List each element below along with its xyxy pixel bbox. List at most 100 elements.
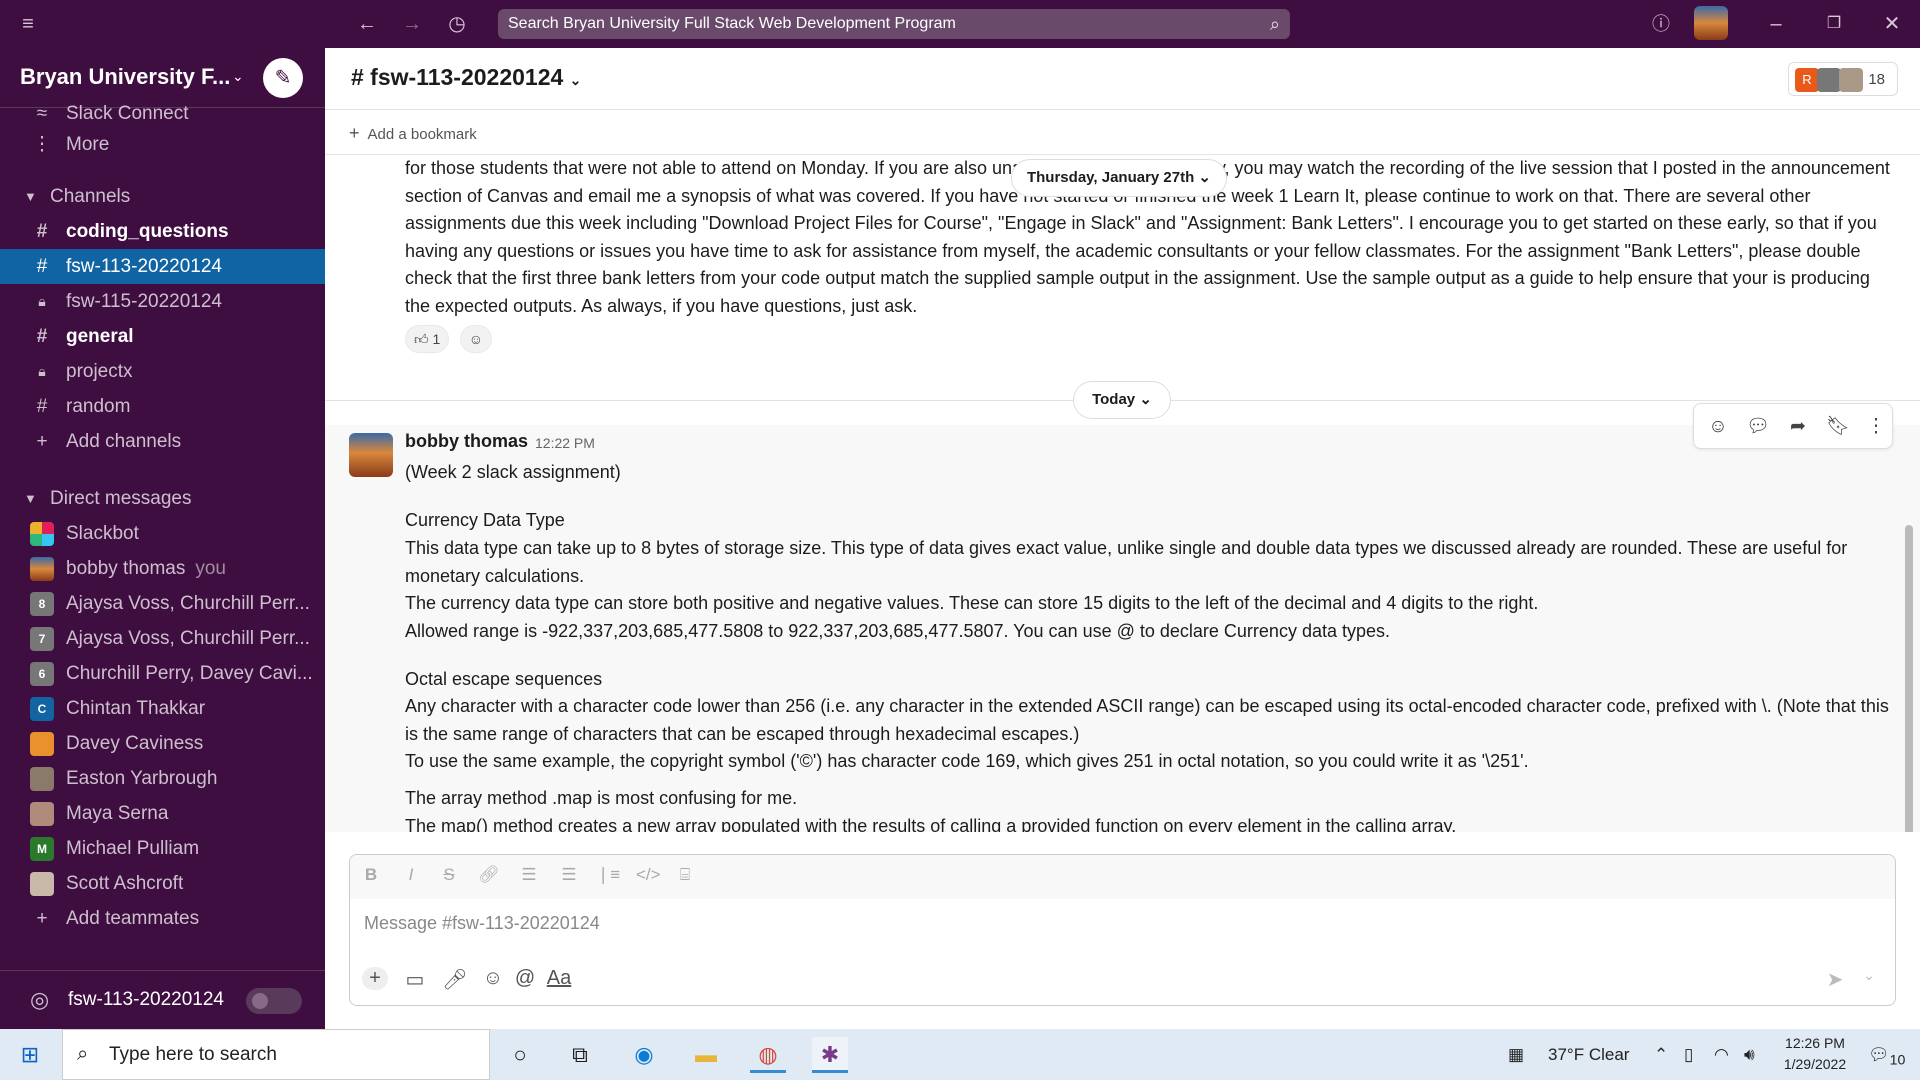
volume-icon[interactable]: 🔊︎ (1744, 1029, 1755, 1080)
ordered-list-icon[interactable]: ☰ (518, 865, 540, 885)
dm-group-2[interactable]: 7 Ajaysa Voss, Churchill Perr... (0, 621, 325, 656)
members-button[interactable]: R 18 (1788, 62, 1898, 96)
channels-section-header[interactable]: ▼ Channels (0, 179, 325, 214)
dm-group-1[interactable]: 8 Ajaysa Voss, Churchill Perr... (0, 586, 325, 621)
forward-arrow-icon[interactable]: → (398, 10, 426, 38)
task-view-icon[interactable]: ⧉ (562, 1037, 598, 1073)
add-reaction-button[interactable]: ☺ (459, 325, 493, 353)
italic-icon[interactable]: I (400, 865, 422, 885)
cortana-icon[interactable]: ○ (502, 1037, 538, 1073)
file-explorer-icon[interactable]: ▬ (688, 1037, 724, 1073)
message-list[interactable]: for those students that were not able to… (325, 154, 1920, 832)
search-bar[interactable]: Search Bryan University Full Stack Web D… (498, 9, 1290, 39)
avatar: R (1795, 68, 1819, 92)
sidebar-channel-projectx[interactable]: 🔒︎ projectx (0, 354, 325, 389)
help-icon[interactable]: ⓘ (1647, 10, 1675, 38)
sidebar-channel-coding-questions[interactable]: # coding_questions (0, 214, 325, 249)
sidebar-channel-general[interactable]: # general (0, 319, 325, 354)
date-divider-thursday[interactable]: Thursday, January 27th ⌄ (1011, 159, 1227, 197)
minimize-icon[interactable]: – (1762, 10, 1790, 38)
close-icon[interactable]: ✕ (1878, 10, 1906, 38)
compose-button[interactable]: ✎ (263, 58, 303, 98)
dm-easton-yarbrough[interactable]: Easton Yarbrough (0, 761, 325, 796)
dm-michael-pulliam[interactable]: M Michael Pulliam (0, 831, 325, 866)
add-channels-button[interactable]: + Add channels (0, 424, 325, 459)
dm-group-3[interactable]: 6 Churchill Perry, Davey Cavi... (0, 656, 325, 691)
chevron-up-icon[interactable]: ⌃ (1654, 1029, 1668, 1080)
sidebar-item-slack-connect[interactable]: ≈ Slack Connect (0, 104, 325, 124)
back-arrow-icon[interactable]: ← (353, 10, 381, 38)
compose-icon: ✎ (274, 67, 292, 89)
formatting-icon[interactable]: Aa (546, 967, 572, 990)
share-icon[interactable]: ➦ (1784, 413, 1812, 441)
windows-start-icon[interactable]: ⊞ (12, 1037, 48, 1073)
blockquote-icon[interactable]: ❘≡ (596, 865, 620, 885)
dm-scott-ashcroft[interactable]: Scott Ashcroft (0, 866, 325, 901)
code-block-icon[interactable]: ⌸ (674, 865, 696, 885)
workspace-header[interactable]: Bryan University F... ⌄ ✎ (0, 48, 325, 108)
sidebar-channel-random[interactable]: # random (0, 389, 325, 424)
sidebar-item-more[interactable]: ⋮ More (0, 127, 325, 162)
avatar[interactable] (349, 433, 393, 477)
message-input[interactable]: Message #fsw-113-20220124 (364, 913, 600, 934)
video-icon[interactable]: ▭ (402, 967, 428, 992)
weather-icon[interactable]: ▦ (1508, 1029, 1524, 1080)
system-clock[interactable]: 12:26 PM 1/29/2022 (1780, 1033, 1850, 1075)
search-icon: ⌕ (1269, 14, 1280, 34)
slack-icon[interactable]: ✱ (812, 1037, 848, 1073)
message-author[interactable]: bobby thomas (405, 431, 528, 452)
channel-title[interactable]: # fsw-113-20220124 ⌄ (351, 64, 581, 91)
reply-thread-icon[interactable]: 💬︎ (1744, 413, 1772, 441)
dm-maya-serna[interactable]: Maya Serna (0, 796, 325, 831)
weather-text[interactable]: 37°F Clear (1548, 1029, 1629, 1080)
user-avatar[interactable] (1694, 6, 1728, 40)
emoji-icon[interactable]: ☺ (480, 967, 506, 990)
restore-icon[interactable]: ❐ (1820, 10, 1848, 38)
message-line: (Week 2 slack assignment) (405, 462, 621, 482)
strikethrough-icon[interactable]: S (438, 865, 460, 885)
date-divider-today[interactable]: Today ⌄ (1073, 381, 1171, 419)
message-line: This data type can take up to 8 bytes of… (405, 538, 1848, 586)
dm-davey-caviness[interactable]: Davey Caviness (0, 726, 325, 761)
history-icon[interactable]: ◷ (443, 10, 471, 38)
sidebar-channel-fsw-115[interactable]: 🔒︎ fsw-115-20220124 (0, 284, 325, 319)
hamburger-menu-icon[interactable]: ≡ (14, 10, 42, 38)
chevron-down-icon[interactable]: ⌄ (1856, 967, 1882, 984)
link-icon[interactable]: 🔗︎ (478, 865, 500, 885)
workspace-name[interactable]: Bryan University F... (20, 64, 230, 90)
device-icon[interactable]: ▯ (1684, 1029, 1693, 1080)
message-composer[interactable]: B I S 🔗︎ ☰ ☰ ❘≡ </> ⌸ Message #fsw-113-2… (349, 854, 1896, 1006)
bold-icon[interactable]: B (360, 865, 382, 885)
dm-bobby-thomas[interactable]: bobby thomas you (0, 551, 325, 586)
more-actions-icon[interactable]: ⋮ (1862, 413, 1890, 441)
huddle-toggle[interactable] (246, 988, 302, 1014)
add-bookmark-button[interactable]: + Add a bookmark (349, 123, 477, 144)
scrollbar[interactable] (1905, 525, 1913, 832)
bookmark-icon[interactable]: 🔖︎ (1824, 413, 1852, 441)
slackbot-avatar (30, 522, 54, 546)
mention-icon[interactable]: @ (512, 967, 538, 990)
notifications-icon[interactable]: 💬︎10 (1868, 1029, 1905, 1086)
huddle-bar[interactable]: ◎ fsw-113-20220124 (0, 970, 325, 1029)
avatar (1817, 68, 1841, 92)
bullet-list-icon[interactable]: ☰ (558, 865, 580, 885)
wifi-icon[interactable]: ◠ (1714, 1029, 1729, 1080)
avatar: 7 (30, 627, 54, 651)
dm-slackbot[interactable]: Slackbot (0, 516, 325, 551)
chevron-down-icon[interactable]: ⌄ (232, 68, 244, 85)
send-icon[interactable]: ➤ (1822, 967, 1848, 992)
message-timestamp[interactable]: 12:22 PM (535, 435, 595, 451)
avatar (30, 557, 54, 581)
chrome-icon[interactable]: ◍ (750, 1037, 786, 1073)
thumbs-up-reaction[interactable]: 👍︎ 1 (405, 325, 450, 353)
attach-plus-icon[interactable]: + (362, 967, 388, 990)
add-reaction-icon[interactable]: ☺ (1704, 413, 1732, 441)
code-icon[interactable]: </> (636, 865, 661, 885)
dm-chintan-thakkar[interactable]: C Chintan Thakkar (0, 691, 325, 726)
sidebar-channel-fsw-113[interactable]: # fsw-113-20220124 (0, 249, 325, 284)
add-teammates-button[interactable]: + Add teammates (0, 901, 325, 936)
dm-section-header[interactable]: ▼ Direct messages (0, 481, 325, 516)
microphone-icon[interactable]: 🎤︎ (442, 967, 468, 992)
taskbar-search[interactable]: ⌕ Type here to search (62, 1029, 490, 1080)
edge-icon[interactable]: ◉ (626, 1037, 662, 1073)
